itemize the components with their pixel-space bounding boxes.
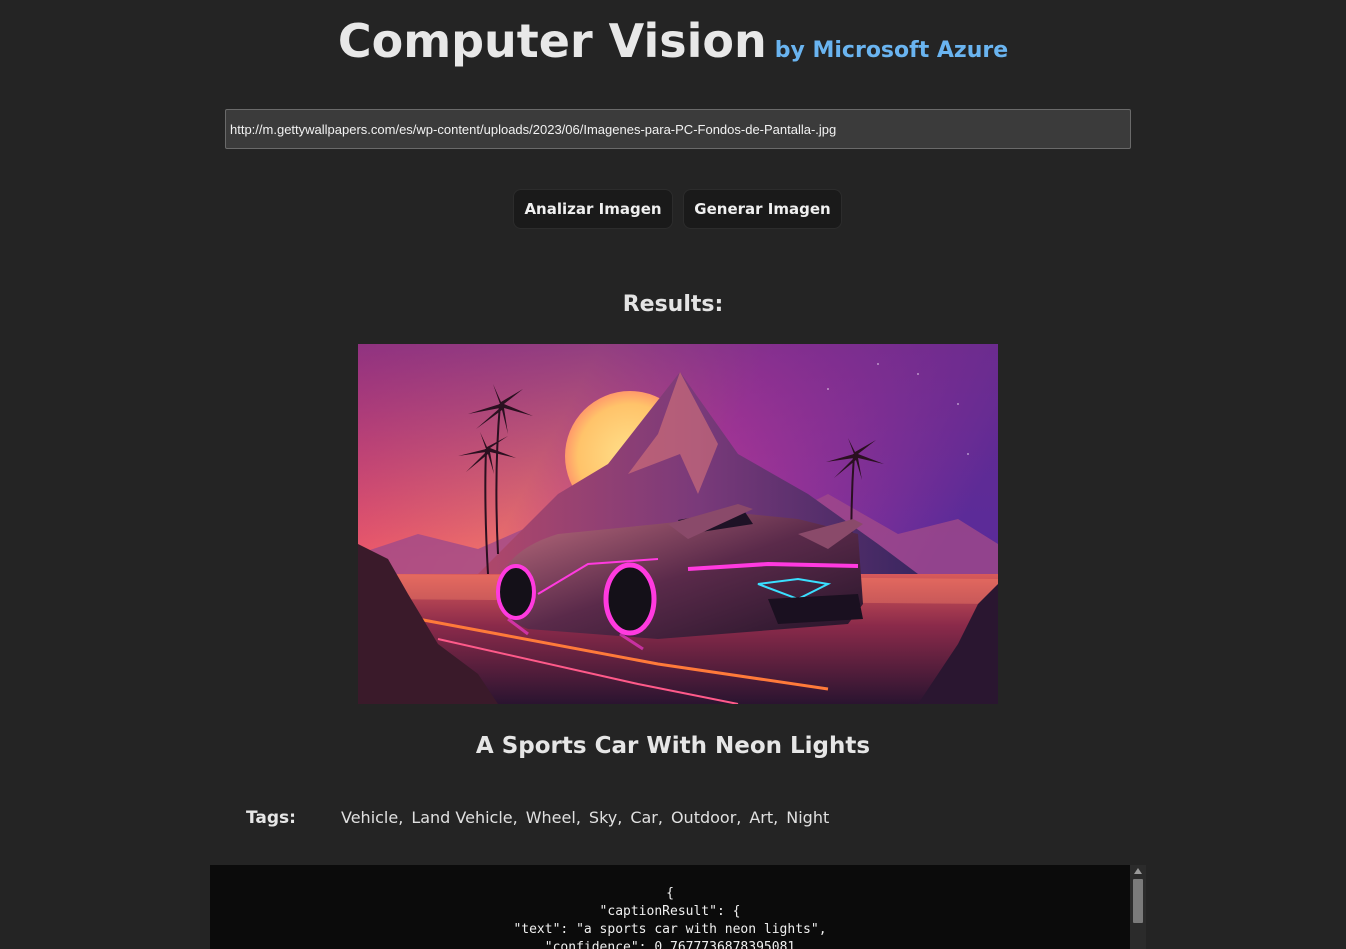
json-scrollbar[interactable] xyxy=(1130,865,1146,949)
json-output-panel[interactable]: { "captionResult": { "text": "a sports car… xyxy=(210,865,1146,949)
results-heading: Results: xyxy=(622,292,724,317)
tag-item: Sky, xyxy=(588,808,623,827)
json-line: "captionResult": { xyxy=(599,904,741,919)
page-subtitle: by Microsoft Azure xyxy=(774,38,1009,63)
page: Computer Vision by Microsoft Azure Analiz… xyxy=(0,0,1346,949)
result-image xyxy=(358,344,998,704)
tags-list: Vehicle, Land Vehicle, Wheel, Sky, Car, … xyxy=(341,808,837,827)
tag-item: Outdoor, xyxy=(670,808,742,827)
tag-item: Night xyxy=(786,808,830,827)
json-line: { xyxy=(666,886,674,901)
tag-item: Land Vehicle, xyxy=(411,808,518,827)
json-line: "confidence": 0.7677736878395081 xyxy=(544,940,796,949)
json-output: { "captionResult": { "text": "a sports car… xyxy=(210,885,1130,949)
generate-image-button[interactable]: Generar Imagen xyxy=(683,189,842,229)
json-line: "text": "a sports car with neon lights", xyxy=(513,922,827,937)
image-url-input[interactable] xyxy=(225,109,1131,149)
image-caption: A Sports Car With Neon Lights xyxy=(475,733,871,759)
page-header: Computer Vision by Microsoft Azure xyxy=(0,14,1346,68)
page-title: Computer Vision xyxy=(337,14,767,68)
tag-item: Art, xyxy=(749,808,779,827)
tag-item: Car, xyxy=(630,808,663,827)
analyzed-image xyxy=(358,344,998,704)
tags-label: Tags: xyxy=(246,808,296,828)
scrollbar-thumb[interactable] xyxy=(1133,879,1143,923)
tag-item: Wheel, xyxy=(525,808,581,827)
scroll-up-icon[interactable] xyxy=(1130,865,1146,877)
analyze-image-button[interactable]: Analizar Imagen xyxy=(513,189,673,229)
tag-item: Vehicle, xyxy=(341,808,404,827)
